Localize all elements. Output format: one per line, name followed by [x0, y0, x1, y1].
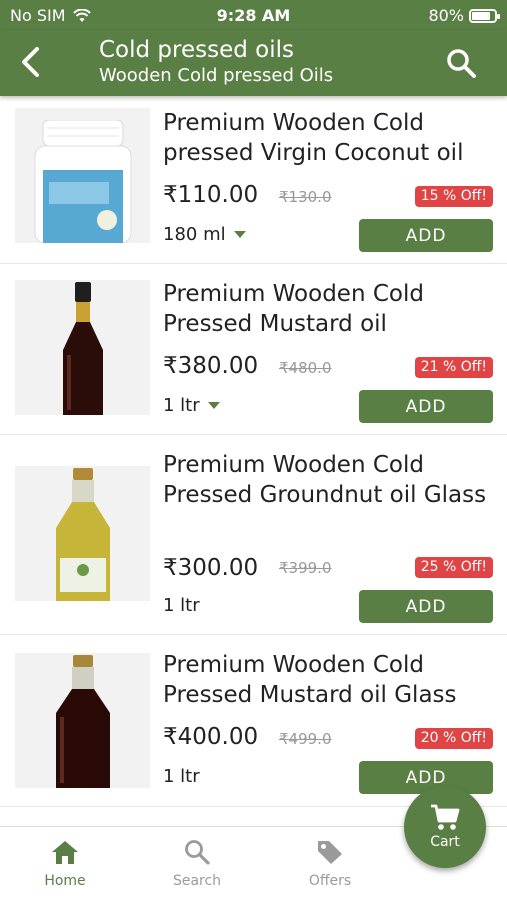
nav-search[interactable]: Search [142, 839, 252, 889]
status-bar: No SIM 9:28 AM 80% [0, 0, 507, 30]
discount-badge: 20 % Off! [414, 728, 493, 749]
battery-fill [472, 11, 490, 20]
add-button[interactable]: ADD [359, 390, 493, 423]
cart-icon [431, 804, 460, 830]
cart-button[interactable]: Cart [404, 786, 486, 868]
add-button[interactable]: ADD [359, 761, 493, 794]
product-card[interactable]: Premium Wooden Cold pressed Virgin Cocon… [0, 96, 507, 264]
product-mrp: ₹499.0 [279, 730, 332, 748]
discount-badge: 25 % Off! [414, 557, 493, 578]
search-icon [185, 840, 210, 865]
product-price: ₹110.00 [163, 182, 259, 208]
product-image[interactable] [15, 466, 150, 601]
nav-home-label: Home [44, 873, 86, 889]
mustard-oil-bottle-image [62, 282, 103, 415]
product-name[interactable]: Premium Wooden Cold Pressed Groundnut oi… [163, 450, 498, 510]
coconut-oil-jar-image [34, 120, 131, 243]
product-mrp: ₹480.0 [279, 359, 332, 377]
home-icon [52, 841, 78, 864]
cart-label: Cart [430, 834, 460, 850]
discount-badge: 15 % Off! [414, 186, 493, 207]
quantity-selector[interactable]: 1 ltr [163, 766, 200, 787]
discount-badge: 21 % Off! [414, 357, 493, 378]
quantity-label: 180 ml [163, 224, 226, 245]
product-card[interactable]: Premium Wooden Cold Pressed Groundnut oi… [0, 435, 507, 635]
product-mrp: ₹399.0 [279, 559, 332, 577]
mustard-oil-glass-bottle-image [55, 655, 110, 788]
quantity-selector[interactable]: 1 ltr [163, 595, 200, 616]
search-icon [447, 49, 476, 78]
product-name[interactable]: Premium Wooden Cold Pressed Mustard oil [163, 279, 498, 339]
product-name[interactable]: Premium Wooden Cold pressed Virgin Cocon… [163, 108, 498, 168]
nav-search-label: Search [172, 873, 222, 889]
product-card[interactable]: Premium Wooden Cold Pressed Mustard oil … [0, 264, 507, 435]
quantity-label: 1 ltr [163, 595, 200, 616]
product-card[interactable]: Premium Wooden Cold Pressed Mustard oil … [0, 635, 507, 807]
battery-percent: 80% [428, 6, 464, 25]
product-name[interactable]: Premium Wooden Cold Pressed Mustard oil … [163, 650, 498, 710]
app-bar: Cold pressed oils Wooden Cold pressed Oi… [0, 30, 507, 96]
quantity-label: 1 ltr [163, 395, 200, 416]
page-title: Cold pressed oils [99, 37, 294, 63]
quantity-selector[interactable]: 180 ml [163, 224, 246, 245]
nav-home[interactable]: Home [10, 839, 120, 889]
caret-down-icon [207, 402, 220, 409]
tag-icon [318, 841, 342, 864]
product-image[interactable] [15, 108, 150, 243]
product-price: ₹380.00 [163, 353, 259, 379]
nav-offers[interactable]: Offers [275, 839, 385, 889]
status-right: 80% [428, 6, 500, 25]
caret-down-icon [233, 231, 246, 238]
page-subtitle: Wooden Cold pressed Oils [99, 65, 334, 86]
add-button[interactable]: ADD [359, 590, 493, 623]
back-button[interactable] [10, 41, 50, 83]
product-price: ₹400.00 [163, 724, 259, 750]
quantity-label: 1 ltr [163, 766, 200, 787]
product-image[interactable] [15, 280, 150, 415]
battery-icon [469, 8, 500, 23]
header-titles: Cold pressed oils Wooden Cold pressed Oi… [99, 36, 333, 88]
quantity-selector[interactable]: 1 ltr [163, 395, 220, 416]
product-mrp: ₹130.0 [279, 188, 332, 206]
search-button[interactable] [441, 43, 481, 83]
groundnut-oil-bottle-image [55, 468, 110, 601]
product-list[interactable]: Premium Wooden Cold pressed Virgin Cocon… [0, 96, 507, 826]
product-image[interactable] [15, 653, 150, 788]
nav-offers-label: Offers [308, 873, 352, 889]
product-price: ₹300.00 [163, 555, 259, 581]
chevron-left-icon [22, 47, 39, 77]
add-button[interactable]: ADD [359, 219, 493, 252]
